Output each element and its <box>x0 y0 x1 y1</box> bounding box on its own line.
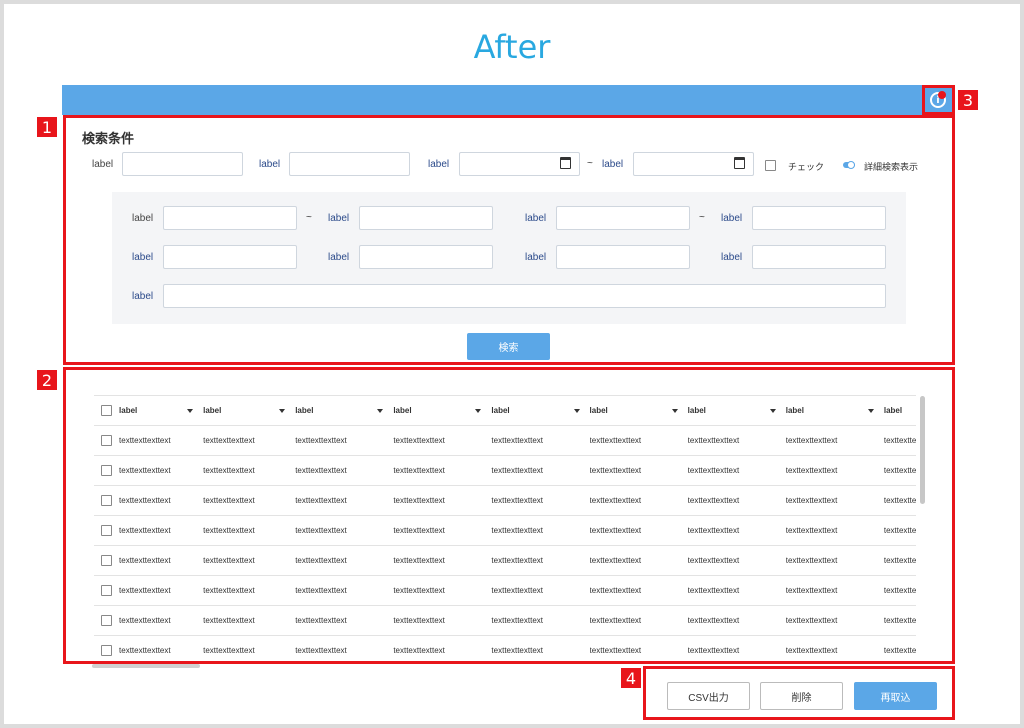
annotation-box-actions <box>643 666 955 720</box>
annotation-marker: 1 <box>37 117 57 137</box>
annotation-marker: 4 <box>621 668 641 688</box>
app-header-bar <box>62 85 954 115</box>
horizontal-scrollbar[interactable] <box>92 664 200 668</box>
annotation-box-info <box>922 85 955 115</box>
annotation-box-table <box>63 367 955 664</box>
annotation-marker: 2 <box>37 370 57 390</box>
annotation-box-search <box>63 115 955 365</box>
annotation-marker: 3 <box>958 90 978 110</box>
page-title: After <box>473 28 551 66</box>
